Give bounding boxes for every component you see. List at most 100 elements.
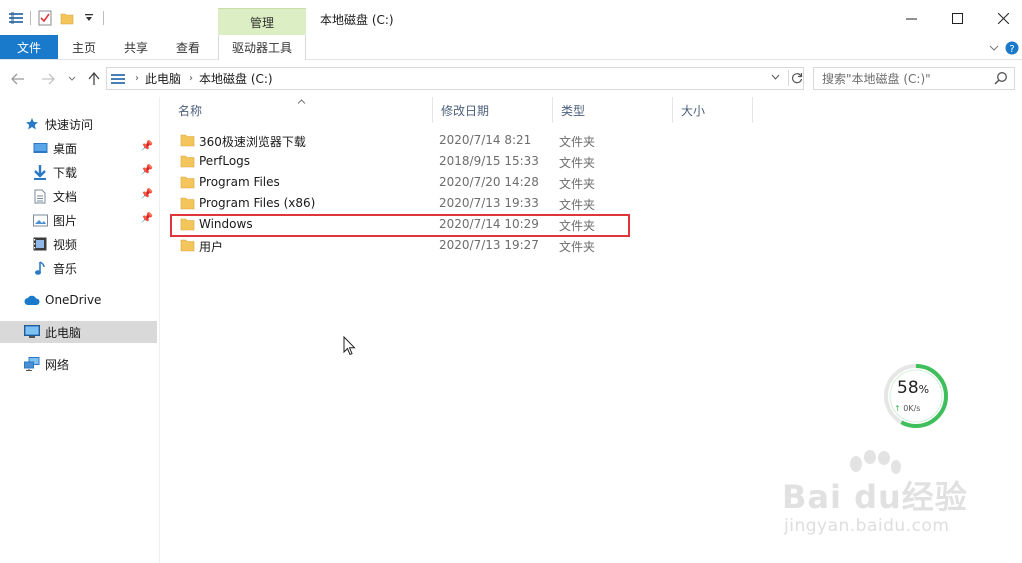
tab-file[interactable]: 文件 — [0, 35, 58, 59]
up-button[interactable] — [86, 71, 102, 87]
explorer-app-icon[interactable] — [8, 10, 24, 26]
navigation-bar: › 此电脑 › 本地磁盘 (C:) 搜索"本地磁盘 (C:)" — [0, 61, 1022, 97]
sidebar-item-onedrive[interactable]: OneDrive — [0, 289, 157, 311]
sidebar-item-label: 桌面 — [53, 141, 78, 156]
search-icon[interactable] — [994, 71, 1008, 88]
column-size-label: 大小 — [681, 103, 706, 118]
file-row[interactable]: Program Files (x86) 2020/7/13 19:33 文件夹 — [170, 193, 760, 214]
svg-text:?: ? — [1009, 44, 1014, 55]
forward-arrow-icon — [42, 73, 55, 85]
address-bar[interactable]: › 此电脑 › 本地磁盘 (C:) — [106, 67, 804, 90]
customize-dropdown-icon[interactable] — [81, 10, 97, 26]
tab-home[interactable]: 主页 — [62, 35, 106, 59]
speed-percent: 58% — [897, 378, 929, 398]
sidebar-item-label: 网络 — [45, 357, 70, 372]
folder-icon — [180, 176, 195, 189]
file-row[interactable]: 360极速浏览器下载 2020/7/14 8:21 文件夹 — [170, 130, 760, 151]
breadcrumb-this-pc[interactable]: 此电脑 — [145, 70, 181, 87]
video-icon — [32, 236, 48, 252]
file-name: 用户 — [199, 240, 224, 254]
search-placeholder: 搜索"本地磁盘 (C:)" — [822, 72, 931, 86]
column-modified[interactable]: 修改日期 — [433, 97, 553, 123]
close-button[interactable] — [980, 4, 1022, 32]
file-name: Program Files (x86) — [199, 196, 316, 210]
expand-ribbon-icon[interactable] — [986, 41, 1002, 55]
cloud-icon — [24, 292, 40, 308]
this-pc-small-icon — [111, 72, 127, 86]
close-icon — [997, 12, 1009, 24]
sidebar-item-quick-access[interactable]: 快速访问 — [0, 113, 157, 135]
back-arrow-icon — [11, 73, 24, 85]
network-speed-widget[interactable]: 58% ↑ 0K/s — [882, 362, 950, 430]
sidebar-item-network[interactable]: 网络 — [0, 353, 157, 375]
up-arrow-icon — [88, 72, 100, 85]
tab-drive-tools[interactable]: 驱动器工具 — [218, 35, 306, 60]
highlight-annotation-box — [170, 214, 630, 237]
star-icon — [24, 116, 40, 132]
search-box[interactable]: 搜索"本地磁盘 (C:)" — [813, 67, 1015, 90]
sidebar-item-label: 此电脑 — [45, 325, 82, 340]
column-name-label: 名称 — [178, 103, 203, 118]
sidebar-item-label: 图片 — [53, 213, 78, 228]
breadcrumb-separator[interactable]: › — [189, 73, 193, 84]
pin-icon[interactable]: 📌 — [141, 141, 153, 152]
file-name: 360极速浏览器下载 — [199, 135, 306, 149]
tab-view[interactable]: 查看 — [166, 35, 210, 59]
column-size[interactable]: 大小 — [673, 97, 753, 123]
pin-icon[interactable]: 📌 — [141, 165, 153, 176]
file-modified: 2020/7/14 8:21 — [439, 133, 532, 147]
sidebar-item-this-pc[interactable]: 此电脑 — [0, 321, 157, 343]
desktop-icon — [32, 140, 48, 156]
folder-icon — [180, 239, 195, 252]
music-icon — [32, 260, 48, 276]
folder-icon — [180, 134, 195, 147]
context-tab-manage: 管理 — [218, 8, 306, 35]
column-name[interactable]: 名称 — [170, 97, 433, 123]
file-row[interactable]: PerfLogs 2018/9/15 15:33 文件夹 — [170, 151, 760, 172]
address-history-dropdown[interactable] — [771, 72, 780, 83]
mouse-cursor-icon — [343, 335, 356, 359]
breadcrumb-separator[interactable]: › — [135, 73, 139, 84]
tab-share[interactable]: 共享 — [114, 35, 158, 59]
file-modified: 2020/7/20 14:28 — [439, 175, 539, 189]
sidebar-item-pictures[interactable]: 图片 📌 — [0, 209, 157, 231]
sidebar-item-downloads[interactable]: 下载 📌 — [0, 161, 157, 183]
minimize-button[interactable] — [888, 4, 934, 32]
pin-icon[interactable]: 📌 — [141, 213, 153, 224]
baidu-watermark: Bai du经验 jingyan.baidu.com — [782, 450, 982, 550]
watermark-brand: Bai du经验 — [782, 478, 968, 516]
file-row[interactable]: 用户 2020/7/13 19:27 文件夹 — [170, 235, 760, 256]
help-icon[interactable]: ? — [1004, 41, 1020, 55]
forward-button[interactable] — [40, 71, 56, 87]
upload-arrow-icon: ↑ — [894, 404, 901, 413]
pin-icon[interactable]: 📌 — [141, 189, 153, 200]
minimize-icon — [905, 18, 917, 19]
sidebar-item-videos[interactable]: 视频 — [0, 233, 157, 255]
sidebar-item-label: OneDrive — [45, 293, 102, 307]
sidebar-item-desktop[interactable]: 桌面 📌 — [0, 137, 157, 159]
speed-rate: ↑ 0K/s — [894, 404, 920, 413]
sidebar-item-documents[interactable]: 文档 📌 — [0, 185, 157, 207]
title-bar: 管理 本地磁盘 (C:) — [0, 0, 1022, 35]
sidebar-item-music[interactable]: 音乐 — [0, 257, 157, 279]
new-folder-icon[interactable] — [59, 10, 75, 26]
file-type: 文件夹 — [559, 156, 596, 170]
file-modified: 2020/7/13 19:33 — [439, 196, 539, 210]
chevron-down-icon — [68, 76, 76, 81]
column-type[interactable]: 类型 — [553, 97, 673, 123]
refresh-button[interactable] — [788, 70, 804, 86]
file-modified: 2020/7/13 19:27 — [439, 238, 539, 252]
column-header: 名称 修改日期 类型 大小 — [170, 97, 760, 123]
document-icon — [32, 188, 48, 204]
toolbar-divider — [103, 11, 104, 25]
refresh-icon — [791, 73, 802, 84]
file-type: 文件夹 — [559, 240, 596, 254]
recent-locations-button[interactable] — [64, 71, 80, 87]
speed-percent-unit: % — [918, 383, 930, 396]
file-modified: 2018/9/15 15:33 — [439, 154, 539, 168]
back-button[interactable] — [10, 71, 26, 87]
maximize-button[interactable] — [934, 4, 980, 32]
file-row[interactable]: Program Files 2020/7/20 14:28 文件夹 — [170, 172, 760, 193]
breadcrumb-local-disk[interactable]: 本地磁盘 (C:) — [199, 70, 273, 87]
properties-icon[interactable] — [37, 10, 53, 26]
